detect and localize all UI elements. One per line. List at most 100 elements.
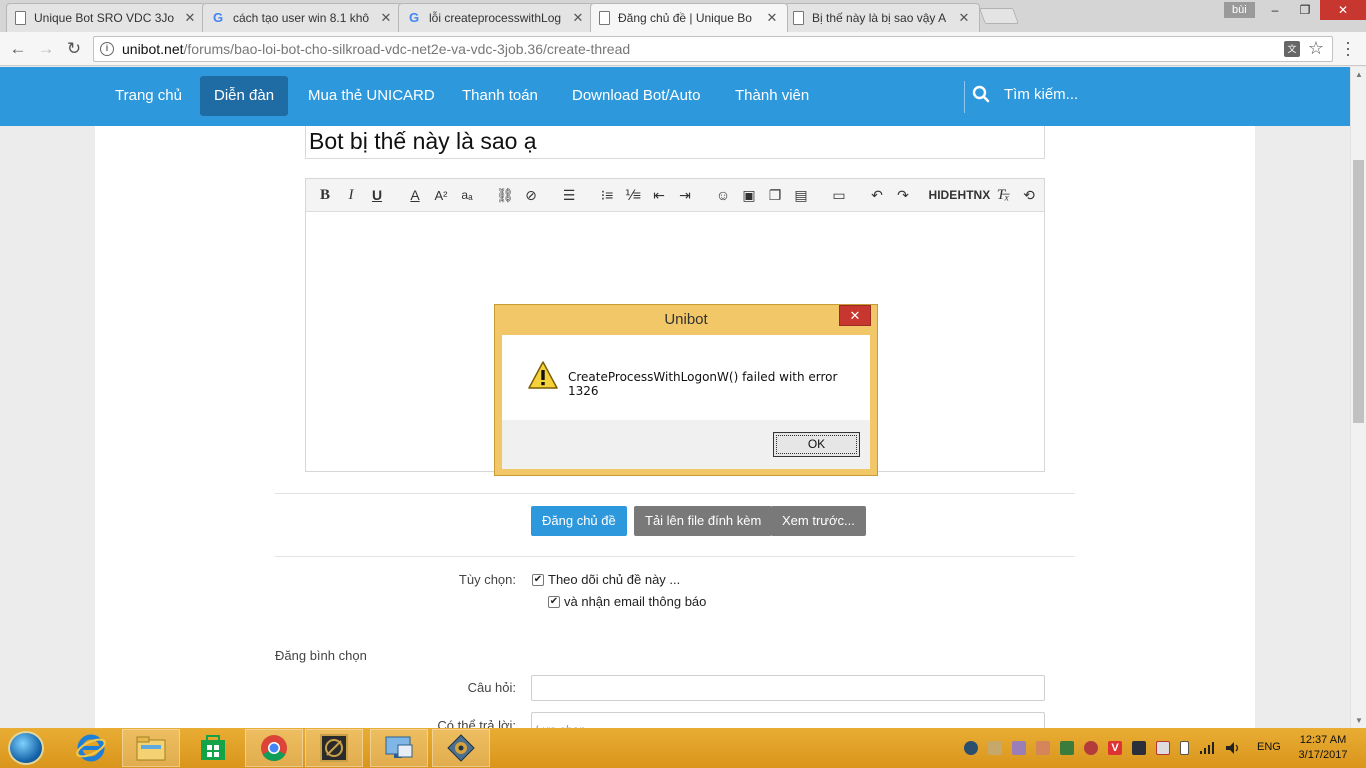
- address-bar[interactable]: i unibot.net/forums/bao-loi-bot-cho-silk…: [93, 36, 1333, 62]
- network-gear-icon[interactable]: [964, 741, 978, 755]
- app-tray-icon[interactable]: [988, 741, 1002, 755]
- internet-explorer-icon[interactable]: [62, 729, 120, 767]
- window-close-button[interactable]: ✕: [1320, 0, 1366, 20]
- page-scrollbar[interactable]: ▲ ▼: [1350, 67, 1366, 728]
- file-explorer-icon[interactable]: [122, 729, 180, 767]
- store-icon[interactable]: [184, 729, 242, 767]
- scroll-down-icon[interactable]: ▼: [1355, 716, 1363, 725]
- browser-tab-unique-bot[interactable]: Unique Bot SRO VDC 3Jo ✕: [6, 3, 206, 32]
- link-icon[interactable]: ⛓: [494, 184, 516, 206]
- display-icon[interactable]: [1132, 741, 1146, 755]
- save-draft-icon[interactable]: ▭: [828, 184, 850, 206]
- start-button[interactable]: [8, 731, 44, 765]
- tab-title: Unique Bot SRO VDC 3Jo: [34, 11, 175, 25]
- browser-menu-icon[interactable]: · · ·: [1340, 33, 1356, 63]
- remote-desktop-icon[interactable]: [370, 729, 428, 767]
- browser-tab-question[interactable]: Bị thế này là bị sao vậy A ✕: [784, 3, 980, 32]
- toggle-bbcode-icon[interactable]: ⟲: [1018, 184, 1040, 206]
- minimize-button[interactable]: –: [1260, 0, 1290, 20]
- font-family-icon[interactable]: aₐ: [456, 184, 478, 206]
- app-tray-icon[interactable]: [1012, 741, 1026, 755]
- close-icon[interactable]: ✕: [571, 10, 585, 26]
- app-tray-icon[interactable]: [1060, 741, 1074, 755]
- google-icon: G: [408, 10, 420, 25]
- smilie-icon[interactable]: ☺: [712, 184, 734, 206]
- redo-icon[interactable]: ↷: [892, 184, 914, 206]
- new-tab-button[interactable]: [979, 8, 1019, 24]
- indent-icon[interactable]: ⇥: [674, 184, 696, 206]
- restore-button[interactable]: ❐: [1290, 0, 1320, 20]
- translate-icon[interactable]: 文: [1284, 41, 1300, 57]
- bookmark-star-icon[interactable]: ☆: [1308, 38, 1324, 59]
- volume-icon[interactable]: [1225, 741, 1241, 755]
- forward-button[interactable]: →: [35, 38, 57, 60]
- scrollbar-thumb[interactable]: [1353, 160, 1364, 423]
- nav-item-home[interactable]: Trang chủ: [101, 76, 196, 116]
- device-icon[interactable]: [1180, 741, 1189, 755]
- profile-badge[interactable]: bùi: [1224, 2, 1255, 18]
- close-icon[interactable]: ✕: [957, 10, 971, 26]
- game-app-icon[interactable]: [305, 729, 363, 767]
- options-label: Tùy chọn:: [458, 572, 516, 587]
- back-button[interactable]: ←: [7, 38, 29, 60]
- htnx-button[interactable]: HTNX: [958, 184, 991, 206]
- watch-thread-checkbox[interactable]: ✔: [532, 573, 544, 586]
- font-size-icon[interactable]: A²: [430, 184, 452, 206]
- browser-tab-create-thread[interactable]: Đăng chủ đề | Unique Bo ✕: [590, 3, 788, 32]
- nav-item-payment[interactable]: Thanh toán: [448, 76, 552, 116]
- preview-button[interactable]: Xem trước...: [771, 506, 866, 536]
- ok-button[interactable]: OK: [773, 432, 860, 457]
- nav-item-forums[interactable]: Diễn đàn: [200, 76, 289, 116]
- clock-time: 12:37 AM: [1299, 734, 1347, 746]
- browser-tab-google-search-2[interactable]: G lỗi createprocesswithLog ✕: [398, 3, 594, 32]
- quote-icon[interactable]: ▤: [790, 184, 812, 206]
- reload-button[interactable]: ↻: [63, 38, 85, 60]
- wifi-signal-icon[interactable]: [1199, 741, 1215, 755]
- poll-question-input[interactable]: [531, 675, 1045, 701]
- hide-button[interactable]: HIDE: [929, 184, 958, 206]
- outdent-icon[interactable]: ⇤: [648, 184, 670, 206]
- page-icon: [793, 11, 804, 25]
- dialog-close-button[interactable]: ✕: [839, 305, 871, 326]
- antivirus-icon[interactable]: V: [1108, 741, 1122, 755]
- chrome-icon[interactable]: [245, 729, 303, 767]
- nav-item-buy-unicard[interactable]: Mua thẻ UNICARD: [294, 76, 449, 116]
- post-thread-button[interactable]: Đăng chủ đề: [531, 506, 627, 536]
- system-clock[interactable]: 12:37 AM 3/17/2017: [1294, 733, 1352, 763]
- nav-item-members[interactable]: Thành viên: [721, 76, 823, 116]
- thread-title-input[interactable]: Bot bị thế này là sao ạ: [305, 126, 1045, 159]
- unibot-app-icon[interactable]: [432, 729, 490, 767]
- close-icon[interactable]: ✕: [379, 10, 393, 26]
- app-tray-icon[interactable]: [1036, 741, 1050, 755]
- site-search[interactable]: Tìm kiếm...: [972, 85, 1078, 103]
- nav-divider: [964, 81, 965, 113]
- close-icon[interactable]: ✕: [183, 10, 197, 26]
- bullet-list-icon[interactable]: ⁝≡: [596, 184, 618, 206]
- bold-icon[interactable]: B: [314, 184, 336, 206]
- numbered-list-icon[interactable]: ⅟≡: [622, 184, 644, 206]
- unlink-icon[interactable]: ⊘: [520, 184, 542, 206]
- align-icon[interactable]: ☰: [558, 184, 580, 206]
- underline-icon[interactable]: U: [366, 184, 388, 206]
- scroll-up-icon[interactable]: ▲: [1355, 70, 1363, 79]
- input-language-indicator[interactable]: ENG: [1257, 741, 1281, 753]
- poll-answer-input[interactable]: Lựa chọn...: [531, 712, 1045, 728]
- email-notify-option[interactable]: ✔ và nhận email thông báo: [548, 594, 706, 609]
- italic-icon[interactable]: I: [340, 184, 362, 206]
- remove-format-icon[interactable]: T̶ₓ: [992, 184, 1014, 206]
- url-host: unibot.net: [122, 41, 184, 57]
- info-icon[interactable]: i: [100, 42, 114, 56]
- media-icon[interactable]: ❐: [764, 184, 786, 206]
- image-icon[interactable]: ▣: [738, 184, 760, 206]
- close-icon[interactable]: ✕: [765, 10, 779, 26]
- email-notify-checkbox[interactable]: ✔: [548, 595, 560, 608]
- undo-icon[interactable]: ↶: [866, 184, 888, 206]
- notification-icon[interactable]: [1156, 741, 1170, 755]
- browser-tab-google-search-1[interactable]: G cách tạo user win 8.1 khô ✕: [202, 3, 402, 32]
- nav-item-download[interactable]: Download Bot/Auto: [558, 76, 714, 116]
- app-tray-icon[interactable]: [1084, 741, 1098, 755]
- clock-date: 3/17/2017: [1298, 749, 1348, 761]
- upload-attachment-button[interactable]: Tải lên file đính kèm: [634, 506, 773, 536]
- text-color-icon[interactable]: A: [404, 184, 426, 206]
- watch-thread-option[interactable]: ✔ Theo dõi chủ đề này ...: [532, 572, 680, 587]
